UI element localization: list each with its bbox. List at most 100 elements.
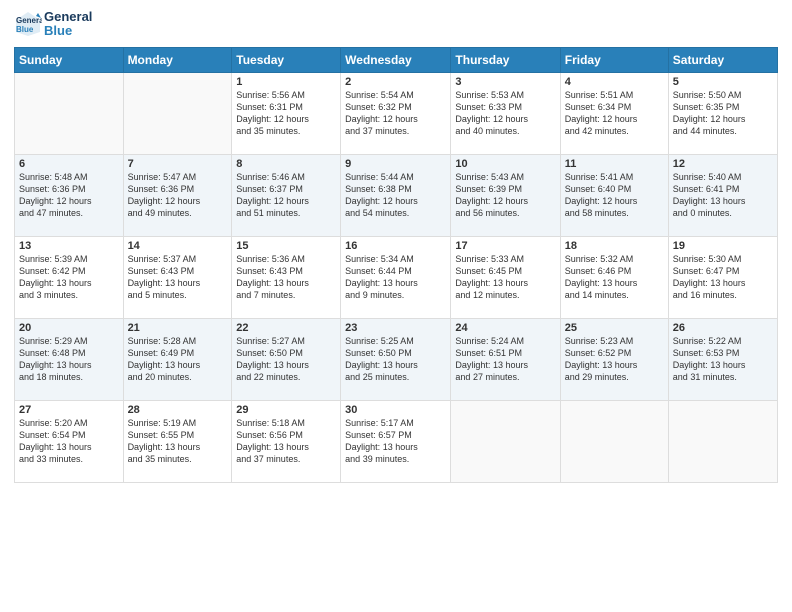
day-number: 4 <box>565 76 664 88</box>
calendar-cell: 13Sunrise: 5:39 AM Sunset: 6:42 PM Dayli… <box>15 236 124 318</box>
weekday-monday: Monday <box>123 47 232 72</box>
weekday-tuesday: Tuesday <box>232 47 341 72</box>
day-info: Sunrise: 5:30 AM Sunset: 6:47 PM Dayligh… <box>673 253 773 302</box>
day-info: Sunrise: 5:51 AM Sunset: 6:34 PM Dayligh… <box>565 89 664 138</box>
calendar-cell: 6Sunrise: 5:48 AM Sunset: 6:36 PM Daylig… <box>15 154 124 236</box>
day-number: 12 <box>673 158 773 170</box>
day-number: 22 <box>236 322 336 334</box>
calendar-cell: 8Sunrise: 5:46 AM Sunset: 6:37 PM Daylig… <box>232 154 341 236</box>
calendar-cell: 15Sunrise: 5:36 AM Sunset: 6:43 PM Dayli… <box>232 236 341 318</box>
day-info: Sunrise: 5:28 AM Sunset: 6:49 PM Dayligh… <box>128 335 228 384</box>
logo-text-general: General <box>44 10 92 24</box>
day-number: 7 <box>128 158 228 170</box>
calendar-cell: 24Sunrise: 5:24 AM Sunset: 6:51 PM Dayli… <box>451 318 560 400</box>
week-row-0: 1Sunrise: 5:56 AM Sunset: 6:31 PM Daylig… <box>15 72 778 154</box>
day-info: Sunrise: 5:40 AM Sunset: 6:41 PM Dayligh… <box>673 171 773 220</box>
calendar-cell: 21Sunrise: 5:28 AM Sunset: 6:49 PM Dayli… <box>123 318 232 400</box>
logo-text-blue: Blue <box>44 24 92 38</box>
calendar-cell: 29Sunrise: 5:18 AM Sunset: 6:56 PM Dayli… <box>232 400 341 482</box>
day-number: 18 <box>565 240 664 252</box>
calendar-cell: 11Sunrise: 5:41 AM Sunset: 6:40 PM Dayli… <box>560 154 668 236</box>
week-row-2: 13Sunrise: 5:39 AM Sunset: 6:42 PM Dayli… <box>15 236 778 318</box>
calendar-cell: 28Sunrise: 5:19 AM Sunset: 6:55 PM Dayli… <box>123 400 232 482</box>
calendar-body: 1Sunrise: 5:56 AM Sunset: 6:31 PM Daylig… <box>15 72 778 482</box>
calendar-cell: 22Sunrise: 5:27 AM Sunset: 6:50 PM Dayli… <box>232 318 341 400</box>
logo: General Blue General Blue <box>14 10 92 39</box>
day-info: Sunrise: 5:19 AM Sunset: 6:55 PM Dayligh… <box>128 417 228 466</box>
calendar-cell: 5Sunrise: 5:50 AM Sunset: 6:35 PM Daylig… <box>668 72 777 154</box>
calendar-table: SundayMondayTuesdayWednesdayThursdayFrid… <box>14 47 778 483</box>
day-info: Sunrise: 5:34 AM Sunset: 6:44 PM Dayligh… <box>345 253 446 302</box>
calendar-cell <box>451 400 560 482</box>
day-number: 15 <box>236 240 336 252</box>
day-info: Sunrise: 5:18 AM Sunset: 6:56 PM Dayligh… <box>236 417 336 466</box>
day-info: Sunrise: 5:50 AM Sunset: 6:35 PM Dayligh… <box>673 89 773 138</box>
day-info: Sunrise: 5:33 AM Sunset: 6:45 PM Dayligh… <box>455 253 555 302</box>
weekday-wednesday: Wednesday <box>341 47 451 72</box>
calendar-cell: 19Sunrise: 5:30 AM Sunset: 6:47 PM Dayli… <box>668 236 777 318</box>
day-number: 20 <box>19 322 119 334</box>
day-number: 30 <box>345 404 446 416</box>
day-info: Sunrise: 5:48 AM Sunset: 6:36 PM Dayligh… <box>19 171 119 220</box>
calendar-cell: 14Sunrise: 5:37 AM Sunset: 6:43 PM Dayli… <box>123 236 232 318</box>
calendar-cell: 30Sunrise: 5:17 AM Sunset: 6:57 PM Dayli… <box>341 400 451 482</box>
day-number: 6 <box>19 158 119 170</box>
day-info: Sunrise: 5:41 AM Sunset: 6:40 PM Dayligh… <box>565 171 664 220</box>
day-number: 14 <box>128 240 228 252</box>
calendar-cell: 16Sunrise: 5:34 AM Sunset: 6:44 PM Dayli… <box>341 236 451 318</box>
calendar-cell: 27Sunrise: 5:20 AM Sunset: 6:54 PM Dayli… <box>15 400 124 482</box>
calendar-cell: 2Sunrise: 5:54 AM Sunset: 6:32 PM Daylig… <box>341 72 451 154</box>
day-info: Sunrise: 5:56 AM Sunset: 6:31 PM Dayligh… <box>236 89 336 138</box>
calendar-cell: 10Sunrise: 5:43 AM Sunset: 6:39 PM Dayli… <box>451 154 560 236</box>
day-number: 25 <box>565 322 664 334</box>
day-info: Sunrise: 5:27 AM Sunset: 6:50 PM Dayligh… <box>236 335 336 384</box>
calendar-cell: 7Sunrise: 5:47 AM Sunset: 6:36 PM Daylig… <box>123 154 232 236</box>
weekday-header-row: SundayMondayTuesdayWednesdayThursdayFrid… <box>15 47 778 72</box>
main-container: General Blue General Blue SundayMondayTu… <box>0 0 792 612</box>
calendar-cell: 12Sunrise: 5:40 AM Sunset: 6:41 PM Dayli… <box>668 154 777 236</box>
calendar-cell: 1Sunrise: 5:56 AM Sunset: 6:31 PM Daylig… <box>232 72 341 154</box>
day-number: 3 <box>455 76 555 88</box>
day-number: 1 <box>236 76 336 88</box>
week-row-3: 20Sunrise: 5:29 AM Sunset: 6:48 PM Dayli… <box>15 318 778 400</box>
weekday-friday: Friday <box>560 47 668 72</box>
calendar-cell: 4Sunrise: 5:51 AM Sunset: 6:34 PM Daylig… <box>560 72 668 154</box>
logo-icon: General Blue <box>14 10 42 38</box>
calendar-cell: 18Sunrise: 5:32 AM Sunset: 6:46 PM Dayli… <box>560 236 668 318</box>
day-info: Sunrise: 5:37 AM Sunset: 6:43 PM Dayligh… <box>128 253 228 302</box>
day-number: 21 <box>128 322 228 334</box>
day-info: Sunrise: 5:46 AM Sunset: 6:37 PM Dayligh… <box>236 171 336 220</box>
day-info: Sunrise: 5:25 AM Sunset: 6:50 PM Dayligh… <box>345 335 446 384</box>
day-number: 11 <box>565 158 664 170</box>
day-info: Sunrise: 5:43 AM Sunset: 6:39 PM Dayligh… <box>455 171 555 220</box>
day-number: 29 <box>236 404 336 416</box>
calendar-cell <box>560 400 668 482</box>
day-info: Sunrise: 5:29 AM Sunset: 6:48 PM Dayligh… <box>19 335 119 384</box>
day-number: 9 <box>345 158 446 170</box>
day-info: Sunrise: 5:47 AM Sunset: 6:36 PM Dayligh… <box>128 171 228 220</box>
svg-text:General: General <box>16 16 42 25</box>
svg-text:Blue: Blue <box>16 25 34 34</box>
day-number: 16 <box>345 240 446 252</box>
day-number: 2 <box>345 76 446 88</box>
day-info: Sunrise: 5:39 AM Sunset: 6:42 PM Dayligh… <box>19 253 119 302</box>
day-info: Sunrise: 5:44 AM Sunset: 6:38 PM Dayligh… <box>345 171 446 220</box>
week-row-1: 6Sunrise: 5:48 AM Sunset: 6:36 PM Daylig… <box>15 154 778 236</box>
day-number: 26 <box>673 322 773 334</box>
calendar-cell: 17Sunrise: 5:33 AM Sunset: 6:45 PM Dayli… <box>451 236 560 318</box>
calendar-cell: 23Sunrise: 5:25 AM Sunset: 6:50 PM Dayli… <box>341 318 451 400</box>
day-info: Sunrise: 5:22 AM Sunset: 6:53 PM Dayligh… <box>673 335 773 384</box>
calendar-cell: 26Sunrise: 5:22 AM Sunset: 6:53 PM Dayli… <box>668 318 777 400</box>
day-info: Sunrise: 5:36 AM Sunset: 6:43 PM Dayligh… <box>236 253 336 302</box>
day-number: 8 <box>236 158 336 170</box>
day-number: 13 <box>19 240 119 252</box>
day-number: 24 <box>455 322 555 334</box>
header: General Blue General Blue <box>14 10 778 39</box>
calendar-cell: 3Sunrise: 5:53 AM Sunset: 6:33 PM Daylig… <box>451 72 560 154</box>
weekday-sunday: Sunday <box>15 47 124 72</box>
day-number: 10 <box>455 158 555 170</box>
day-info: Sunrise: 5:23 AM Sunset: 6:52 PM Dayligh… <box>565 335 664 384</box>
weekday-thursday: Thursday <box>451 47 560 72</box>
weekday-saturday: Saturday <box>668 47 777 72</box>
day-info: Sunrise: 5:20 AM Sunset: 6:54 PM Dayligh… <box>19 417 119 466</box>
